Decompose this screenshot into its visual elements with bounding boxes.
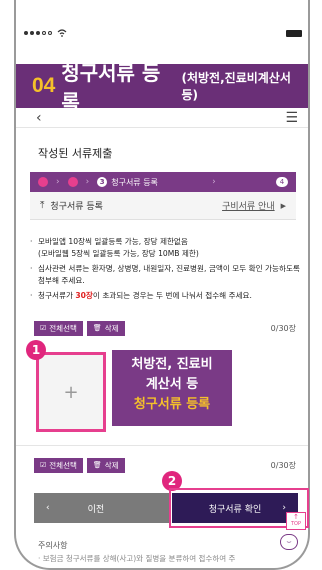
chevron-right-icon: ›: [212, 177, 216, 187]
status-bar: [24, 26, 302, 40]
chevron-left-icon[interactable]: ‹: [36, 110, 42, 126]
plus-icon: +: [63, 381, 79, 403]
prev-button[interactable]: ‹ 이전: [34, 493, 170, 523]
note-item: 심사관련 서류는 환자명, 상병명, 내원일자, 진료병원, 금액이 모두 확인…: [30, 263, 300, 287]
chat-icon[interactable]: ⌣: [280, 534, 298, 550]
upload-notes: 모바일앱 10장씩 일괄등록 가능, 장당 제한없음 (모바일웹 5장씩 일괄등…: [30, 236, 300, 305]
delete-button[interactable]: 🗑 삭제: [86, 457, 125, 473]
step-done-icon: [38, 177, 48, 187]
hero-banner: 04 청구서류 등록 (처방전,진료비계산서 등): [16, 61, 308, 114]
scroll-top-button[interactable]: ↑ TOP: [286, 512, 306, 530]
wifi-icon: [57, 27, 67, 40]
notice-title: 주의사항: [38, 541, 68, 550]
chevron-left-icon: ‹: [46, 503, 50, 513]
note-item: 청구서류가 30장이 초과되는 경우는 두 번에 나눠서 접수해 주세요.: [30, 290, 300, 302]
select-all-button[interactable]: ☑ 전체선택: [34, 457, 83, 473]
note-item: 모바일앱 10장씩 일괄등록 가능, 장당 제한없음 (모바일웹 5장씩 일괄등…: [30, 236, 300, 260]
upload-header: ⤒ 청구서류 등록 구비서류 안내 ▶: [30, 192, 296, 220]
trash-icon: 🗑: [92, 461, 102, 469]
photo-toolbar-top: ☑ 전체선택 🗑 삭제 0/30장: [34, 320, 296, 336]
upload-label: 청구서류 등록: [50, 202, 103, 212]
callout-box: 처방전, 진료비 계산서 등 청구서류 등록: [112, 350, 232, 426]
hamburger-menu-icon[interactable]: ☰: [285, 110, 298, 126]
checkbox-icon: ☑: [40, 324, 47, 332]
hero-subtitle: (처방전,진료비계산서 등): [181, 71, 291, 102]
total-steps: 4: [276, 177, 288, 187]
upload-icon: ⤒: [40, 200, 45, 211]
arrow-up-icon: ↑: [293, 513, 299, 521]
current-step-number: 3: [97, 177, 108, 187]
checkbox-icon: ☑: [40, 461, 47, 469]
add-photo-button[interactable]: +: [36, 352, 106, 432]
step-done-icon: [67, 177, 78, 187]
document-guide-link[interactable]: 구비서류 안내: [222, 199, 275, 212]
hero-title: 청구서류 등록: [61, 61, 161, 114]
chevron-right-icon: ›: [56, 177, 60, 187]
play-arrow-icon: ▶: [280, 201, 286, 210]
confirm-documents-button[interactable]: 청구서류 확인 ›: [172, 493, 298, 523]
trash-icon: 🗑: [92, 324, 102, 332]
battery-icon: [286, 29, 302, 37]
progress-stepper: › › 3 청구서류 등록 › 4: [30, 172, 296, 192]
step-number: 04: [32, 74, 56, 97]
app-bar: ‹ ☰: [16, 108, 308, 128]
signal-icon: [24, 27, 67, 40]
divider: [16, 445, 308, 446]
notice-body: · 보험금 청구서류를 상해(사고)와 질병을 분류하여 접수하여 주: [38, 554, 236, 563]
delete-button[interactable]: 🗑 삭제: [86, 320, 125, 336]
callout-badge-1: 1: [26, 340, 46, 360]
photo-count: 0/30장: [270, 460, 296, 470]
current-step-label: 청구서류 등록: [111, 177, 158, 187]
photo-toolbar-bottom: ☑ 전체선택 🗑 삭제 0/30장: [34, 457, 296, 473]
select-all-button[interactable]: ☑ 전체선택: [34, 320, 83, 336]
page-title: 작성된 서류제출: [38, 147, 113, 160]
photo-count: 0/30장: [270, 323, 296, 333]
chevron-right-icon: ›: [85, 177, 90, 187]
